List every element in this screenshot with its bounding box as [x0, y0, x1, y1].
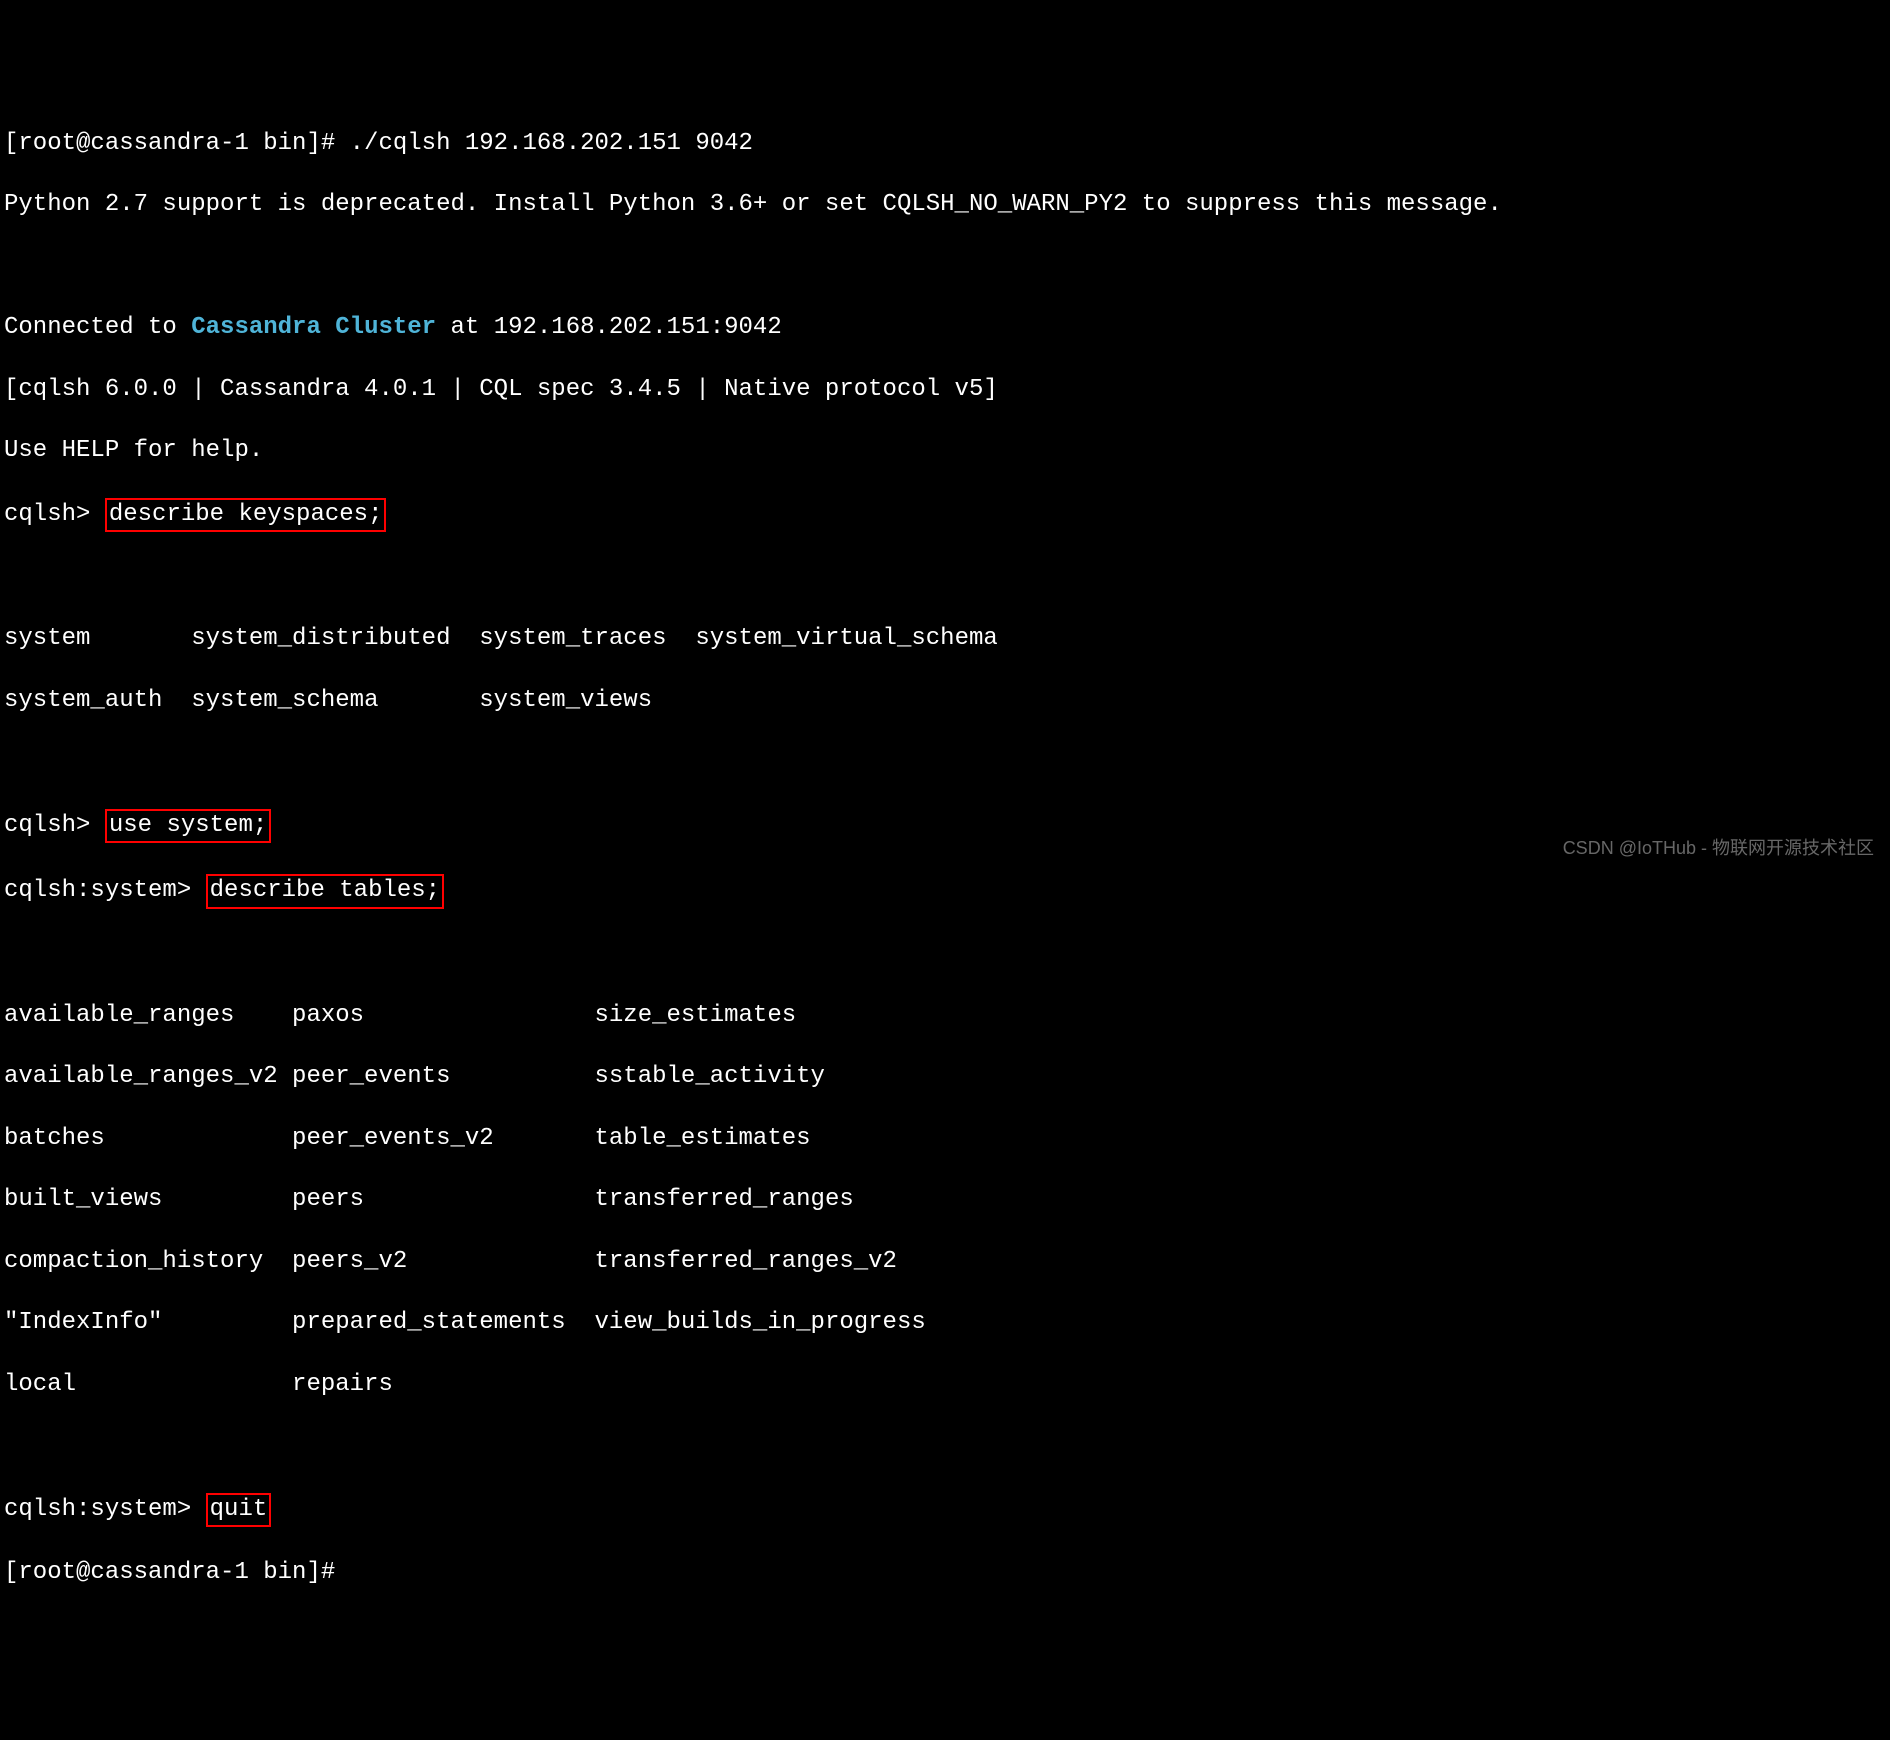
- connected-prefix: Connected to: [4, 314, 191, 341]
- keyspaces-row-2: system_auth system_schema system_views: [4, 686, 1886, 717]
- table-cell: repairs: [292, 1371, 594, 1398]
- keyspace-cell: system_virtual_schema: [695, 625, 997, 652]
- shell-command: ./cqlsh 192.168.202.151 9042: [350, 130, 753, 157]
- blank-line: [4, 563, 1886, 594]
- keyspace-cell: system_traces: [479, 625, 695, 652]
- keyspace-cell: system: [4, 625, 191, 652]
- tables-row: compaction_history peers_v2 transferred_…: [4, 1247, 1886, 1278]
- highlighted-cmd-describe-keyspaces: describe keyspaces;: [105, 498, 387, 533]
- shell-line-1: [root@cassandra-1 bin]# ./cqlsh 192.168.…: [4, 129, 1886, 160]
- tables-row: batches peer_events_v2 table_estimates: [4, 1124, 1886, 1155]
- shell-prompt: [root@cassandra-1 bin]#: [4, 130, 350, 157]
- table-cell: built_views: [4, 1186, 292, 1213]
- cluster-name: Cassandra Cluster: [191, 314, 436, 341]
- table-cell: sstable_activity: [595, 1063, 825, 1090]
- table-cell: peers_v2: [292, 1248, 594, 1275]
- table-cell: view_builds_in_progress: [595, 1309, 926, 1336]
- keyspace-cell: system_schema: [191, 687, 479, 714]
- table-cell: batches: [4, 1125, 292, 1152]
- highlighted-cmd-quit: quit: [206, 1493, 272, 1528]
- cqlsh-prompt: cqlsh>: [4, 501, 105, 528]
- table-cell: size_estimates: [595, 1002, 797, 1029]
- table-cell: available_ranges: [4, 1002, 292, 1029]
- table-cell: peer_events: [292, 1063, 594, 1090]
- table-cell: compaction_history: [4, 1248, 292, 1275]
- keyspace-cell: system_auth: [4, 687, 191, 714]
- connected-line: Connected to Cassandra Cluster at 192.16…: [4, 313, 1886, 344]
- keyspace-cell: system_views: [479, 687, 695, 714]
- table-cell: peer_events_v2: [292, 1125, 594, 1152]
- highlighted-cmd-describe-tables: describe tables;: [206, 874, 444, 909]
- shell-prompt: [root@cassandra-1 bin]#: [4, 1559, 350, 1586]
- table-cell: peers: [292, 1186, 594, 1213]
- blank-line: [4, 1431, 1886, 1462]
- cqlsh-line-quit: cqlsh:system> quit: [4, 1493, 1886, 1528]
- cqlsh-line-describe-tables: cqlsh:system> describe tables;: [4, 874, 1886, 909]
- connected-suffix: at 192.168.202.151:9042: [436, 314, 782, 341]
- shell-line-2: [root@cassandra-1 bin]#: [4, 1558, 1886, 1589]
- table-cell: available_ranges_v2: [4, 1063, 292, 1090]
- cqlsh-system-prompt: cqlsh:system>: [4, 877, 206, 904]
- cqlsh-prompt: cqlsh>: [4, 812, 105, 839]
- table-cell: "IndexInfo": [4, 1309, 292, 1336]
- table-cell: paxos: [292, 1002, 594, 1029]
- table-cell: transferred_ranges: [595, 1186, 854, 1213]
- table-cell: transferred_ranges_v2: [595, 1248, 897, 1275]
- keyspaces-row-1: system system_distributed system_traces …: [4, 624, 1886, 655]
- highlighted-cmd-use-system: use system;: [105, 809, 271, 844]
- blank-line: [4, 252, 1886, 283]
- tables-row: built_views peers transferred_ranges: [4, 1185, 1886, 1216]
- cqlsh-system-prompt: cqlsh:system>: [4, 1496, 206, 1523]
- blank-line: [4, 940, 1886, 971]
- table-cell: prepared_statements: [292, 1309, 594, 1336]
- tables-row: local repairs: [4, 1370, 1886, 1401]
- tables-row: available_ranges paxos size_estimates: [4, 1001, 1886, 1032]
- help-line: Use HELP for help.: [4, 436, 1886, 467]
- watermark: CSDN @IoTHub - 物联网开源技术社区: [1563, 837, 1874, 860]
- tables-row: "IndexInfo" prepared_statements view_bui…: [4, 1308, 1886, 1339]
- tables-row: available_ranges_v2 peer_events sstable_…: [4, 1062, 1886, 1093]
- blank-line: [4, 747, 1886, 778]
- table-cell: table_estimates: [595, 1125, 811, 1152]
- keyspace-cell: system_distributed: [191, 625, 479, 652]
- version-line: [cqlsh 6.0.0 | Cassandra 4.0.1 | CQL spe…: [4, 375, 1886, 406]
- table-cell: local: [4, 1371, 292, 1398]
- python-warning: Python 2.7 support is deprecated. Instal…: [4, 190, 1886, 221]
- cqlsh-line-describe-keyspaces: cqlsh> describe keyspaces;: [4, 498, 1886, 533]
